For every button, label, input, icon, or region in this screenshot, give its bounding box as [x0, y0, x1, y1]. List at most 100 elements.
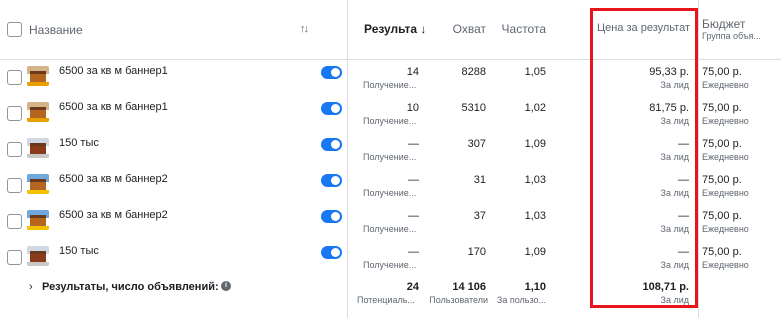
- budget-value: 75,00 р.: [702, 174, 742, 186]
- row-checkbox[interactable]: [7, 178, 22, 193]
- ad-toggle[interactable]: [321, 174, 342, 187]
- frequency-value: 1,05: [524, 66, 546, 78]
- results-value: —: [408, 138, 419, 150]
- ad-name[interactable]: 6500 за кв м баннер1: [59, 65, 168, 77]
- results-value: 14: [406, 66, 419, 78]
- budget-sub: Ежедневно: [702, 188, 749, 198]
- frequency-value: 1,03: [524, 174, 546, 186]
- budget-value: 75,00 р.: [702, 210, 742, 222]
- house-brick-icon: [27, 138, 49, 158]
- results-sub: Получение...: [363, 188, 417, 198]
- cost-per-result-value: —: [678, 210, 689, 222]
- cost-per-result-sub: За лид: [660, 188, 689, 198]
- budget-sub: Ежедневно: [702, 116, 749, 126]
- reach-value: 307: [467, 138, 486, 150]
- budget-sub: Ежедневно: [702, 152, 749, 162]
- house-wood-icon: [27, 102, 49, 122]
- summary-cost-per-result-sub: За лид: [660, 295, 689, 305]
- ad-toggle[interactable]: [321, 66, 342, 79]
- column-header-reach[interactable]: Охват: [448, 22, 486, 36]
- budget-value: 75,00 р.: [702, 138, 742, 150]
- cost-per-result-value: 95,33 р.: [649, 66, 689, 78]
- budget-value: 75,00 р.: [702, 66, 742, 78]
- budget-value: 75,00 р.: [702, 102, 742, 114]
- table-row[interactable]: 6500 за кв м баннер1 14 Получение... 828…: [0, 60, 781, 96]
- results-sub: Получение...: [363, 224, 417, 234]
- info-icon[interactable]: i: [221, 281, 231, 291]
- column-header-budget-sub: Группа объя...: [702, 31, 761, 41]
- ad-toggle[interactable]: [321, 246, 342, 259]
- ads-table: Название ↑↓ Результа ↓ Охват Частота Цен…: [0, 0, 781, 318]
- cost-per-result-sub: За лид: [660, 152, 689, 162]
- summary-cost-per-result-value: 108,71 р.: [642, 281, 689, 293]
- column-header-budget[interactable]: Бюджет: [702, 17, 745, 31]
- cost-per-result-sub: За лид: [660, 224, 689, 234]
- house-brick-icon: [27, 246, 49, 266]
- frequency-value: 1,09: [524, 138, 546, 150]
- budget-sub: Ежедневно: [702, 80, 749, 90]
- ad-name[interactable]: 6500 за кв м баннер1: [59, 101, 168, 113]
- cost-per-result-sub: За лид: [660, 116, 689, 126]
- cost-per-result-value: —: [678, 174, 689, 186]
- frequency-value: 1,09: [524, 246, 546, 258]
- row-checkbox[interactable]: [7, 106, 22, 121]
- ad-toggle[interactable]: [321, 210, 342, 223]
- cost-per-result-value: —: [678, 138, 689, 150]
- row-checkbox[interactable]: [7, 142, 22, 157]
- house-banner-icon: [27, 174, 49, 194]
- house-banner-icon: [27, 210, 49, 230]
- row-checkbox[interactable]: [7, 250, 22, 265]
- ad-name[interactable]: 150 тыс: [59, 137, 99, 149]
- table-row[interactable]: 6500 за кв м баннер2 — Получение... 37 1…: [0, 204, 781, 240]
- table-row[interactable]: 150 тыс — Получение... 307 1,09 — За лид…: [0, 132, 781, 168]
- cost-per-result-value: 81,75 р.: [649, 102, 689, 114]
- reach-value: 31: [473, 174, 486, 186]
- reach-value: 37: [473, 210, 486, 222]
- ad-toggle[interactable]: [321, 102, 342, 115]
- reach-value: 170: [467, 246, 486, 258]
- column-header-frequency[interactable]: Частота: [500, 22, 546, 36]
- results-sub: Получение...: [363, 116, 417, 126]
- frequency-value: 1,03: [524, 210, 546, 222]
- select-all-checkbox[interactable]: [7, 22, 22, 37]
- row-checkbox[interactable]: [7, 214, 22, 229]
- column-header-cost-per-result[interactable]: Цена за результат: [592, 22, 690, 34]
- results-value: —: [408, 246, 419, 258]
- ad-name[interactable]: 6500 за кв м баннер2: [59, 209, 168, 221]
- results-value: —: [408, 210, 419, 222]
- results-value: —: [408, 174, 419, 186]
- summary-reach-value: 14 106: [452, 281, 486, 293]
- table-header: Название ↑↓ Результа ↓ Охват Частота Цен…: [0, 0, 781, 60]
- cost-per-result-sub: За лид: [660, 260, 689, 270]
- summary-frequency-value: 1,10: [524, 281, 546, 293]
- cost-per-result-sub: За лид: [660, 80, 689, 90]
- summary-frequency-sub: За пользо...: [496, 295, 546, 305]
- column-header-name[interactable]: Название: [29, 23, 83, 37]
- table-row[interactable]: 6500 за кв м баннер2 — Получение... 31 1…: [0, 168, 781, 204]
- budget-value: 75,00 р.: [702, 246, 742, 258]
- results-sub: Получение...: [363, 260, 417, 270]
- ad-toggle[interactable]: [321, 138, 342, 151]
- budget-sub: Ежедневно: [702, 224, 749, 234]
- table-row[interactable]: 6500 за кв м баннер1 10 Получение... 531…: [0, 96, 781, 132]
- reach-value: 8288: [461, 66, 486, 78]
- house-wood-icon: [27, 66, 49, 86]
- frequency-value: 1,02: [524, 102, 546, 114]
- summary-label[interactable]: Результаты, число объявлений: 6: [42, 281, 228, 293]
- results-value: 10: [406, 102, 419, 114]
- reach-value: 5310: [461, 102, 486, 114]
- summary-results-sub: Потенциаль...: [357, 295, 415, 305]
- ad-name[interactable]: 150 тыс: [59, 245, 99, 257]
- expand-chevron-icon[interactable]: ›: [29, 281, 33, 293]
- cost-per-result-value: —: [678, 246, 689, 258]
- summary-reach-sub: Пользователи: [429, 295, 488, 305]
- sort-icon[interactable]: ↑↓: [300, 23, 309, 35]
- row-checkbox[interactable]: [7, 70, 22, 85]
- column-header-results[interactable]: Результа ↓: [364, 22, 426, 36]
- summary-results-value: 24: [406, 281, 419, 293]
- results-sub: Получение...: [363, 152, 417, 162]
- budget-sub: Ежедневно: [702, 260, 749, 270]
- ad-name[interactable]: 6500 за кв м баннер2: [59, 173, 168, 185]
- table-row[interactable]: 150 тыс — Получение... 170 1,09 — За лид…: [0, 240, 781, 276]
- results-sub: Получение...: [363, 80, 417, 90]
